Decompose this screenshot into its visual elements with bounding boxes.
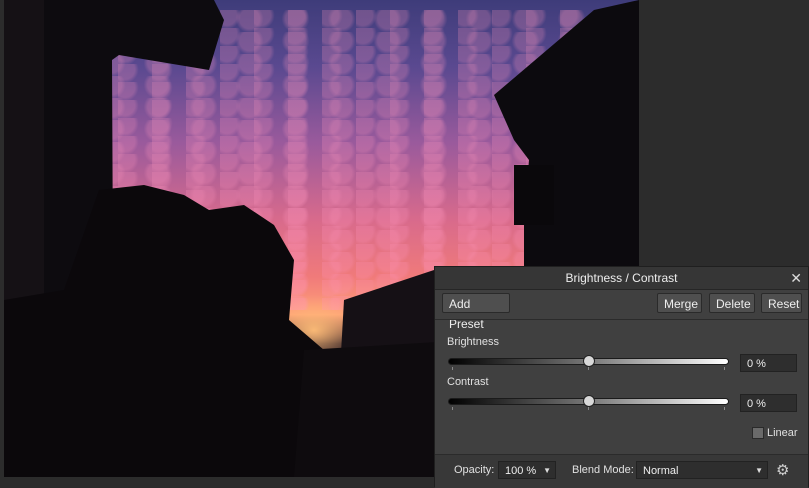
- opacity-value: 100 %: [505, 465, 537, 477]
- linear-checkbox[interactable]: [752, 427, 764, 439]
- blend-mode-value: Normal: [643, 465, 679, 477]
- panel-title-bar: Brightness / Contrast ✕: [435, 267, 808, 290]
- opacity-label: Opacity:: [454, 464, 495, 476]
- divider: [435, 319, 808, 320]
- brightness-contrast-panel: Brightness / Contrast ✕ Add Preset Merge…: [434, 266, 809, 488]
- linear-label: Linear: [767, 427, 798, 439]
- contrast-slider-thumb[interactable]: [583, 395, 595, 407]
- panel-title: Brightness / Contrast: [565, 271, 678, 285]
- blend-mode-label: Blend Mode:: [572, 464, 634, 476]
- close-icon[interactable]: ✕: [790, 267, 802, 289]
- delete-button[interactable]: Delete: [709, 293, 755, 313]
- blend-mode-dropdown[interactable]: Normal ▼: [636, 461, 768, 479]
- chevron-down-icon: ▼: [543, 466, 551, 475]
- contrast-label: Contrast: [447, 376, 489, 388]
- add-preset-button[interactable]: Add Preset: [442, 293, 510, 331]
- merge-button[interactable]: Merge: [657, 293, 702, 313]
- gear-icon[interactable]: ⚙: [776, 461, 789, 479]
- contrast-ticks: [448, 407, 729, 410]
- chevron-down-icon: ▼: [755, 466, 763, 475]
- brightness-slider-thumb[interactable]: [583, 355, 595, 367]
- brightness-label: Brightness: [447, 336, 499, 348]
- brightness-ticks: [448, 367, 729, 370]
- opacity-dropdown[interactable]: 100 % ▼: [498, 461, 556, 479]
- contrast-value-field[interactable]: 0 %: [740, 394, 797, 412]
- panel-footer: Opacity: 100 % ▼ Blend Mode: Normal ▼ ⚙: [435, 454, 808, 488]
- brightness-value-field[interactable]: 0 %: [740, 354, 797, 372]
- reset-button[interactable]: Reset: [761, 293, 802, 313]
